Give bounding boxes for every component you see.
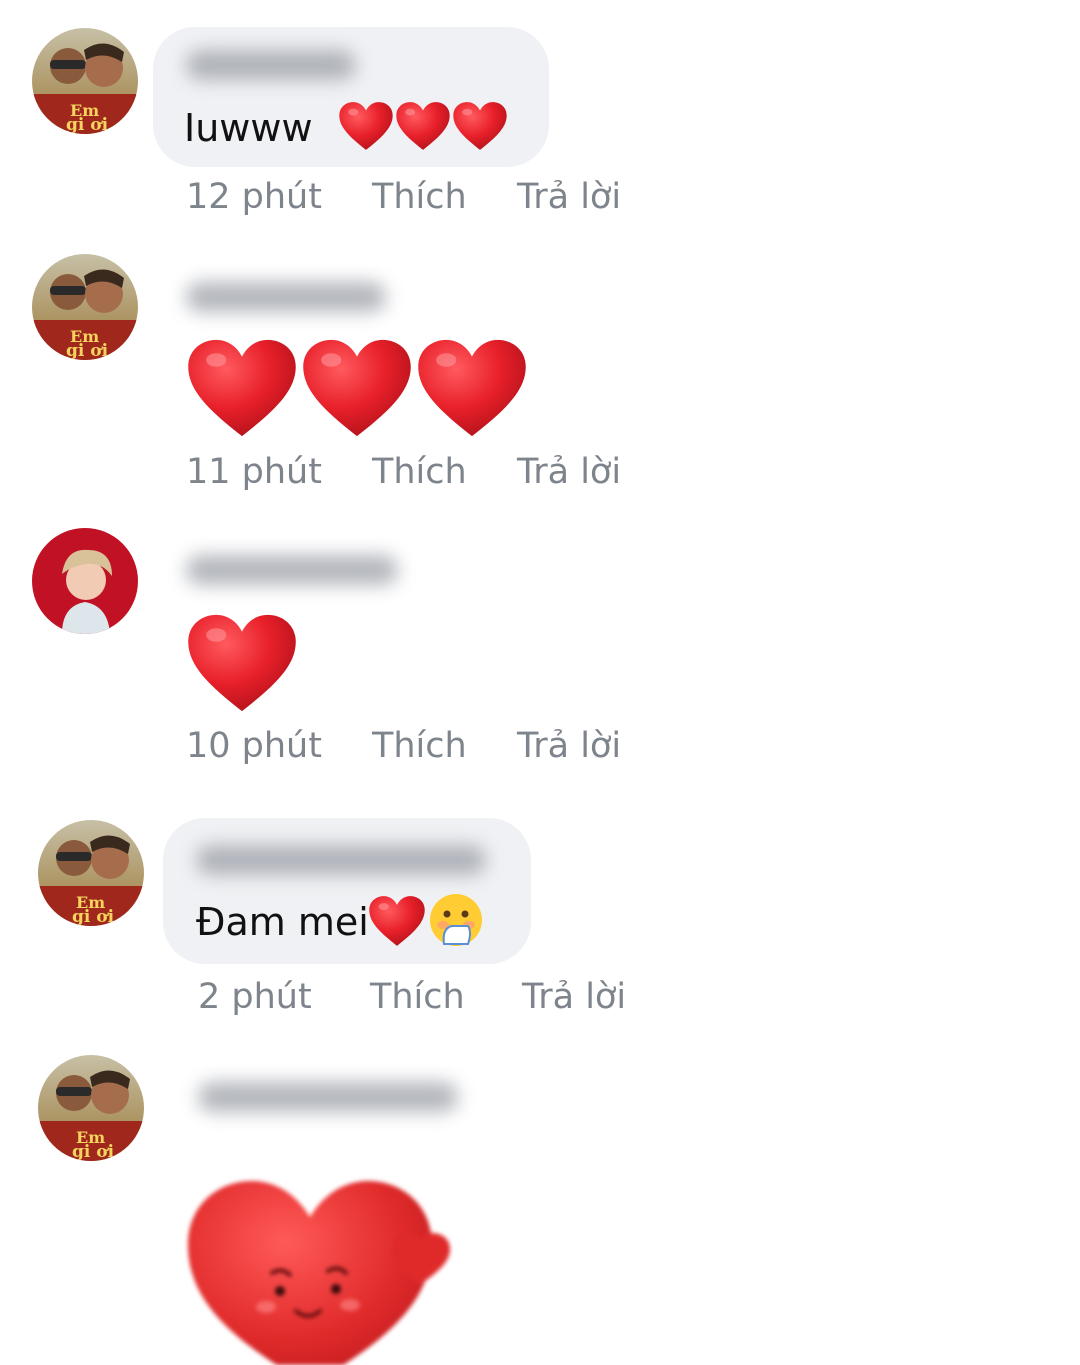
commenter-name-blurred[interactable] [186, 50, 356, 80]
commenter-avatar[interactable] [32, 254, 138, 360]
commenter-avatar[interactable] [32, 528, 138, 634]
comment-timestamp: 2 phút [198, 977, 312, 1017]
reply-button[interactable]: Trả lời [517, 729, 621, 764]
comment-timestamp: 10 phút [186, 726, 322, 766]
commenter-name-blurred[interactable] [196, 845, 486, 875]
commenter-avatar[interactable] [32, 28, 138, 134]
commenter-name-blurred[interactable] [186, 555, 398, 585]
comment-text: Iuwww [184, 106, 313, 150]
hand-over-mouth-emoji [428, 892, 484, 948]
heart-emoji [338, 101, 394, 151]
like-button[interactable]: Thích [370, 980, 465, 1015]
reply-button[interactable]: Trả lời [517, 180, 621, 215]
commenter-name-blurred[interactable] [186, 282, 386, 312]
comment-timestamp: 11 phút [186, 452, 322, 492]
heart-emoji [368, 895, 426, 947]
heart-emoji [416, 337, 528, 439]
comment-text: Đam mei [196, 900, 369, 944]
like-button[interactable]: Thích [372, 729, 467, 764]
reply-button[interactable]: Trả lời [517, 455, 621, 490]
like-button[interactable]: Thích [372, 180, 467, 215]
heart-emoji [186, 337, 298, 439]
commenter-avatar[interactable] [38, 1055, 144, 1161]
reply-button[interactable]: Trả lời [522, 980, 626, 1015]
commenter-name-blurred[interactable] [198, 1082, 458, 1112]
comment-timestamp: 12 phút [186, 177, 322, 217]
heart-emoji [395, 101, 451, 151]
heart-emoji [186, 612, 298, 714]
heart-sticker [180, 1175, 480, 1365]
commenter-avatar[interactable] [38, 820, 144, 926]
like-button[interactable]: Thích [372, 455, 467, 490]
heart-emoji [452, 101, 508, 151]
heart-emoji [301, 337, 413, 439]
